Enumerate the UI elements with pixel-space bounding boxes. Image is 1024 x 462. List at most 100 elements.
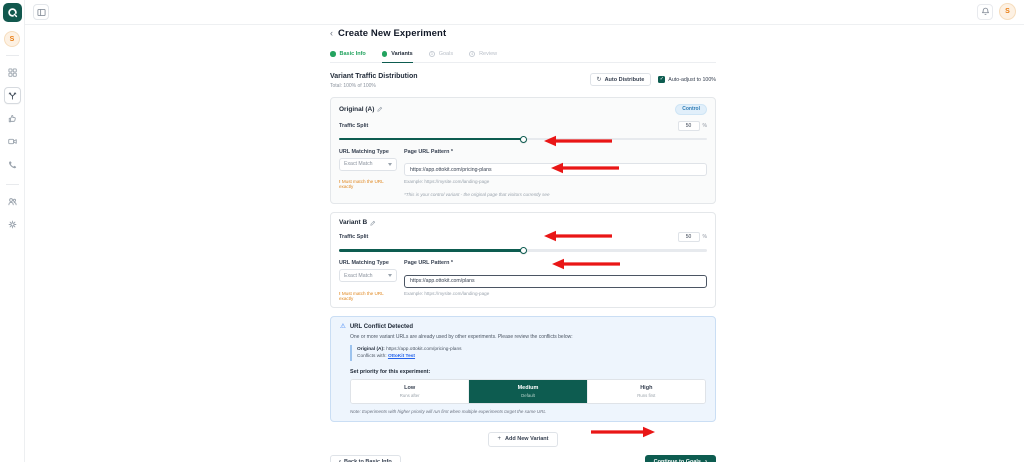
priority-note: Note: Experiments with higher priority w… — [350, 408, 546, 414]
step-basic-info[interactable]: Basic Info — [330, 51, 366, 62]
conflict-variant-label: Original (A): — [357, 347, 385, 352]
percent-sign: % — [702, 234, 707, 240]
sidebar-toggle-button[interactable] — [33, 4, 49, 20]
topbar: S — [25, 0, 1024, 25]
main-content: ‹ Create New Experiment Basic Info Varia… — [330, 28, 716, 462]
traffic-split-value-input[interactable] — [677, 232, 700, 242]
conflict-variant-url: https://app.ottokit.com/pricing-plans — [386, 347, 462, 352]
continue-to-goals-button[interactable]: Continue to Goals › — [644, 454, 716, 462]
distribution-header: Variant Traffic Distribution Total: 100%… — [330, 73, 716, 89]
sidebar-item-audience[interactable] — [4, 193, 21, 210]
step-complete-dot — [330, 51, 336, 57]
step-active-dot — [381, 51, 388, 57]
page-url-pattern-label: Page URL Pattern * — [404, 148, 454, 155]
notifications-button[interactable] — [977, 3, 993, 20]
users-icon — [7, 198, 17, 206]
url-matching-type-select[interactable]: Exact Match — [339, 157, 397, 171]
auto-distribute-label: Auto Distribute — [604, 76, 645, 83]
variant-card-original-a: Original (A) Control Traffic Split % — [330, 96, 716, 204]
priority-heading: Set priority for this experiment: — [350, 369, 431, 376]
selected-option: Exact Match — [344, 272, 373, 279]
logo-mark-icon — [7, 8, 17, 18]
conflict-title: URL Conflict Detected — [349, 323, 414, 330]
step-number: 4 — [469, 51, 476, 57]
plus-icon: + — [497, 436, 502, 443]
step-label: Goals — [438, 51, 454, 57]
url-match-warning: ! Must match the URL exactly — [339, 179, 384, 189]
priority-option-low[interactable]: Low Runs after — [351, 380, 469, 403]
app-logo[interactable] — [2, 3, 22, 22]
conflicts-with-label: Conflicts with: — [357, 354, 387, 360]
sidebar-item-experiments[interactable] — [3, 87, 21, 104]
slider-thumb[interactable] — [519, 135, 527, 143]
back-to-basic-info-button[interactable]: ‹ Back to Basic Info — [330, 454, 401, 462]
user-avatar[interactable]: S — [999, 3, 1016, 20]
total-percentage: Total: 100% of 100% — [330, 82, 376, 89]
phone-icon — [8, 161, 16, 169]
conflicting-experiment-link[interactable]: OttoKit Test — [388, 354, 415, 359]
page-header: ‹ Create New Experiment — [330, 28, 716, 39]
slider-thumb[interactable] — [519, 247, 527, 254]
step-review[interactable]: 4 Review — [469, 51, 497, 62]
traffic-split-slider[interactable] — [339, 246, 707, 254]
slider-fill — [339, 137, 523, 140]
auto-distribute-button[interactable]: ↻ Auto Distribute — [589, 73, 652, 86]
add-variant-label: Add New Variant — [505, 436, 549, 443]
page-url-pattern-input[interactable] — [404, 163, 707, 176]
gear-icon — [8, 220, 16, 229]
edit-pencil-icon[interactable] — [377, 106, 383, 112]
percent-sign: % — [702, 122, 707, 129]
control-variant-note: *This is your control variant - the orig… — [404, 192, 550, 197]
sidebar-item-settings[interactable] — [4, 216, 21, 233]
panel-left-icon — [36, 8, 46, 16]
refresh-icon: ↻ — [596, 76, 602, 83]
url-matching-type-label: URL Matching Type — [339, 260, 389, 266]
conflict-description: One or more variant URLs are already use… — [350, 334, 573, 340]
sidebar-item-dashboard[interactable] — [4, 64, 21, 81]
edit-pencil-icon[interactable] — [370, 220, 376, 226]
auto-adjust-label: Auto-adjust to 100% — [668, 76, 716, 83]
sidebar-item-engagement[interactable] — [4, 110, 21, 127]
chevron-down-icon — [388, 274, 392, 277]
sidebar-item-calls[interactable] — [4, 156, 21, 173]
variant-name: Variant B — [339, 219, 368, 226]
chevron-down-icon — [388, 162, 392, 166]
distribution-actions: ↻ Auto Distribute ✓ Auto-adjust to 100% — [589, 73, 716, 86]
checkbox-checked[interactable]: ✓ — [658, 76, 666, 83]
url-matching-type-select[interactable]: Exact Match — [339, 269, 397, 282]
priority-option-high[interactable]: High Runs first — [586, 380, 705, 403]
variant-card-b: Variant B Traffic Split % — [330, 212, 716, 308]
add-new-variant-button[interactable]: + Add New Variant — [487, 431, 559, 447]
page-url-pattern-label: Page URL Pattern * — [404, 260, 454, 266]
bell-icon — [981, 7, 989, 15]
url-match-warning: ! Must match the URL exactly — [339, 290, 384, 301]
sidebar: S — [0, 0, 25, 462]
conflict-item: Original (A): https://app.ottokit.com/pr… — [350, 345, 706, 362]
sidebar-item-recordings[interactable] — [4, 133, 21, 150]
step-variants[interactable]: Variants — [381, 51, 413, 63]
step-goals[interactable]: 3 Goals — [428, 51, 454, 62]
url-matching-type-label: URL Matching Type — [339, 148, 389, 155]
topbar-actions: S — [977, 3, 1016, 20]
app-root: S S ‹ Create New Experiment Basic Info V… — [0, 0, 1024, 462]
traffic-split-value-input[interactable] — [677, 120, 700, 131]
traffic-split-label: Traffic Split — [339, 234, 369, 240]
back-chevron-icon[interactable]: ‹ — [330, 29, 333, 38]
variant-name: Original (A) — [339, 105, 375, 113]
warning-triangle-icon: ⚠ — [340, 322, 346, 330]
url-example-hint: Example: https://mysite.com/landing-page — [404, 290, 490, 296]
video-icon — [7, 138, 17, 145]
grid-icon — [7, 68, 17, 77]
traffic-split-label: Traffic Split — [339, 122, 369, 129]
auto-adjust-checkbox-row[interactable]: ✓ Auto-adjust to 100% — [658, 76, 716, 83]
traffic-split-slider[interactable] — [339, 135, 707, 143]
workspace-avatar[interactable]: S — [4, 31, 20, 47]
priority-selector: Low Runs after Medium Default High Runs … — [350, 379, 706, 404]
sidebar-divider — [5, 184, 19, 185]
step-label: Basic Info — [339, 51, 366, 57]
priority-option-medium[interactable]: Medium Default — [468, 380, 587, 403]
slider-fill — [339, 249, 523, 252]
url-conflict-alert: ⚠ URL Conflict Detected One or more vari… — [330, 315, 716, 422]
url-example-hint: Example: https://mysite.com/landing-page — [404, 179, 490, 184]
page-url-pattern-input[interactable] — [404, 274, 707, 288]
